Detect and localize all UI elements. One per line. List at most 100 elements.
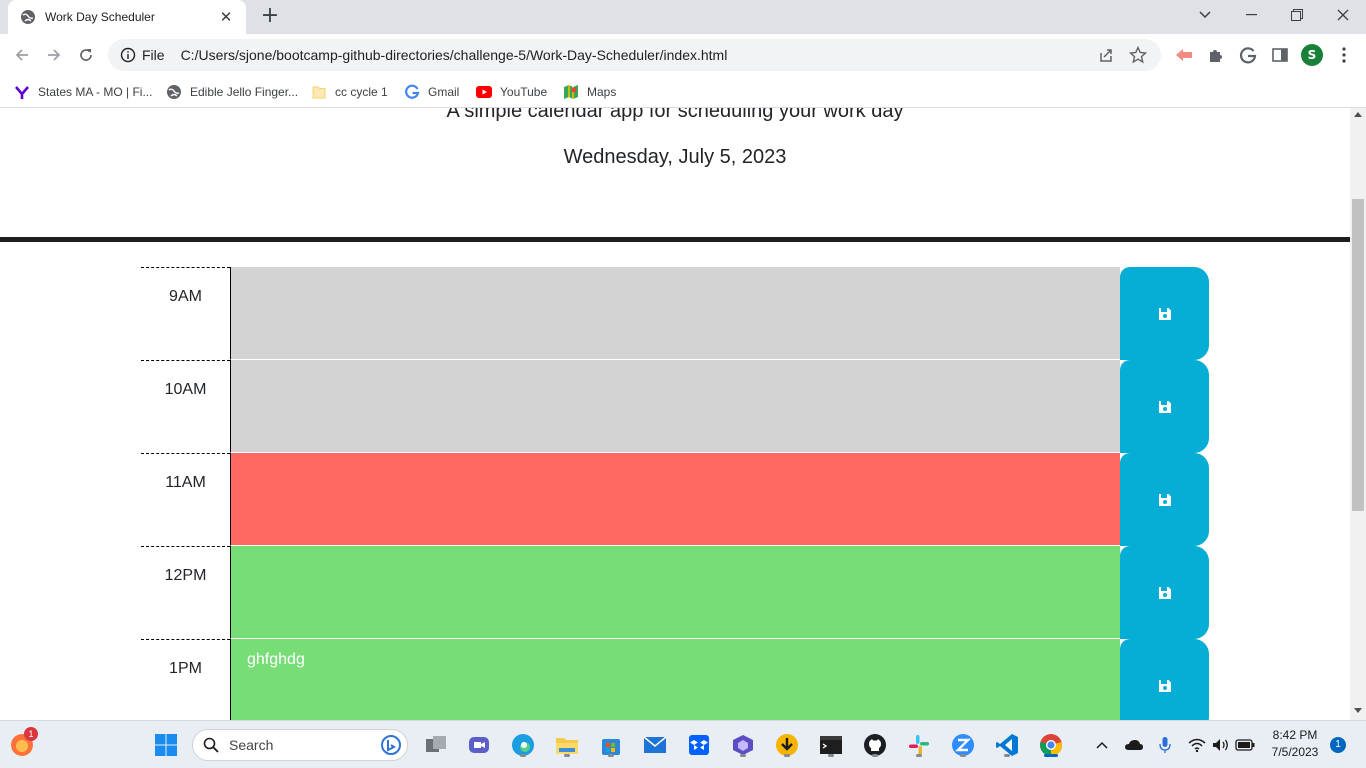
bookmarks-bar: States MA - MO | Fi... Edible Jello Fing…	[0, 76, 1366, 108]
zoom-button[interactable]	[949, 731, 977, 759]
yahoo-icon	[14, 84, 30, 100]
save-icon	[1158, 493, 1171, 506]
slack-button[interactable]	[905, 731, 933, 759]
bookmark-states[interactable]: States MA - MO | Fi...	[14, 82, 152, 102]
show-hidden-icons-button[interactable]	[1088, 731, 1116, 759]
battery-status[interactable]	[1232, 731, 1258, 759]
file-explorer-button[interactable]	[553, 731, 581, 759]
event-description[interactable]	[230, 453, 1120, 546]
scrollbar-thumb[interactable]	[1352, 199, 1364, 511]
restore-button[interactable]	[1274, 0, 1320, 30]
search-placeholder: Search	[229, 737, 274, 753]
forward-button[interactable]	[42, 43, 66, 67]
start-button[interactable]	[152, 731, 180, 759]
dropbox-button[interactable]	[685, 731, 713, 759]
share-icon[interactable]	[1098, 47, 1114, 63]
microphone-button[interactable]	[1152, 731, 1178, 759]
maps-icon	[563, 84, 579, 100]
speaker-icon	[1213, 739, 1228, 751]
profile-avatar[interactable]: S	[1301, 44, 1323, 66]
terminal-icon	[820, 736, 842, 754]
close-tab-icon[interactable]: ✕	[218, 8, 234, 26]
close-window-button[interactable]	[1320, 0, 1366, 30]
extensions-button[interactable]	[1206, 45, 1226, 65]
folder-icon	[311, 84, 327, 100]
bookmark-youtube[interactable]: YouTube	[476, 82, 547, 102]
time-block-11am: 11AM	[141, 453, 1209, 546]
notification-count-badge[interactable]: 1	[1330, 737, 1346, 753]
minimize-button[interactable]	[1228, 0, 1274, 30]
power-automate-button[interactable]	[729, 731, 757, 759]
running-indicator	[960, 754, 966, 757]
scroll-down-icon[interactable]	[1354, 708, 1362, 713]
chat-icon	[469, 737, 489, 753]
wifi-status[interactable]	[1184, 731, 1210, 759]
save-button[interactable]	[1120, 453, 1209, 546]
hour-label: 9AM	[141, 267, 230, 360]
chrome-button[interactable]	[1037, 731, 1065, 759]
browser-tab-strip: Work Day Scheduler ✕ +	[0, 0, 1366, 34]
browser-tab[interactable]: Work Day Scheduler ✕	[8, 0, 246, 34]
bookmark-star-icon[interactable]	[1129, 46, 1147, 64]
running-indicator	[564, 754, 570, 757]
time-block-10am: 10AM	[141, 360, 1209, 453]
save-icon	[1158, 400, 1171, 413]
close-icon	[1337, 9, 1349, 21]
time-block-1pm: 1PM ghfghdg	[141, 639, 1209, 720]
task-view-icon	[426, 736, 446, 752]
running-indicator	[1004, 754, 1010, 757]
save-button[interactable]	[1120, 546, 1209, 639]
bing-icon	[381, 735, 401, 755]
taskbar-search-box[interactable]: Search	[192, 729, 408, 761]
store-icon	[602, 739, 620, 755]
mail-button[interactable]	[641, 731, 669, 759]
save-button[interactable]	[1120, 360, 1209, 453]
volume-status[interactable]	[1208, 731, 1234, 759]
dropbox-icon	[689, 735, 709, 755]
active-indicator	[1044, 754, 1058, 757]
bookmark-folder-cc-cycle[interactable]: cc cycle 1	[311, 82, 388, 102]
system-clock[interactable]: 8:42 PM 7/5/2023	[1262, 727, 1328, 761]
terminal-button[interactable]	[817, 731, 845, 759]
g-extension-icon	[1239, 47, 1257, 64]
extension-button[interactable]	[1174, 45, 1194, 65]
download-manager-button[interactable]	[773, 731, 801, 759]
vscode-button[interactable]	[993, 731, 1021, 759]
github-desktop-button[interactable]	[861, 731, 889, 759]
edge-button[interactable]	[509, 731, 537, 759]
new-tab-button[interactable]: +	[258, 5, 282, 29]
bookmark-maps[interactable]: Maps	[563, 82, 616, 102]
reload-button[interactable]	[74, 43, 98, 67]
event-description[interactable]	[230, 546, 1120, 639]
microsoft-store-button[interactable]	[597, 731, 625, 759]
save-button[interactable]	[1120, 267, 1209, 360]
event-description[interactable]: ghfghdg	[230, 639, 1120, 720]
event-description[interactable]	[230, 267, 1120, 360]
bookmark-jello[interactable]: Edible Jello Finger...	[166, 82, 298, 102]
teams-chat-button[interactable]	[465, 731, 493, 759]
address-bar[interactable]: File C:/Users/sjone/bootcamp-github-dire…	[108, 39, 1161, 71]
menu-button[interactable]	[1334, 45, 1354, 65]
grammarly-button[interactable]	[1238, 45, 1258, 65]
bookmark-label: Gmail	[428, 85, 460, 99]
url-text[interactable]: C:/Users/sjone/bootcamp-github-directori…	[181, 47, 728, 63]
scroll-up-icon[interactable]	[1354, 112, 1362, 117]
bookmark-label: cc cycle 1	[335, 85, 388, 99]
bookmark-label: YouTube	[500, 85, 548, 99]
back-button[interactable]	[10, 43, 34, 67]
hour-label: 11AM	[141, 453, 230, 546]
save-button[interactable]	[1120, 639, 1209, 720]
clock-date: 7/5/2023	[1271, 745, 1319, 759]
tab-search-button[interactable]	[1182, 0, 1228, 30]
back-arrow-icon	[15, 49, 28, 61]
side-panel-button[interactable]	[1270, 45, 1290, 65]
event-description[interactable]	[230, 360, 1120, 453]
page-scrollbar[interactable]	[1350, 108, 1366, 720]
bookmark-gmail[interactable]: Gmail	[404, 82, 459, 102]
browser-toolbar: File C:/Users/sjone/bootcamp-github-dire…	[0, 34, 1366, 76]
onedrive-button[interactable]	[1120, 731, 1148, 759]
firefox-taskbar-app[interactable]: 1	[8, 727, 38, 759]
cloud-icon	[1125, 740, 1143, 750]
task-view-button[interactable]	[422, 731, 450, 759]
running-indicator	[828, 754, 834, 757]
